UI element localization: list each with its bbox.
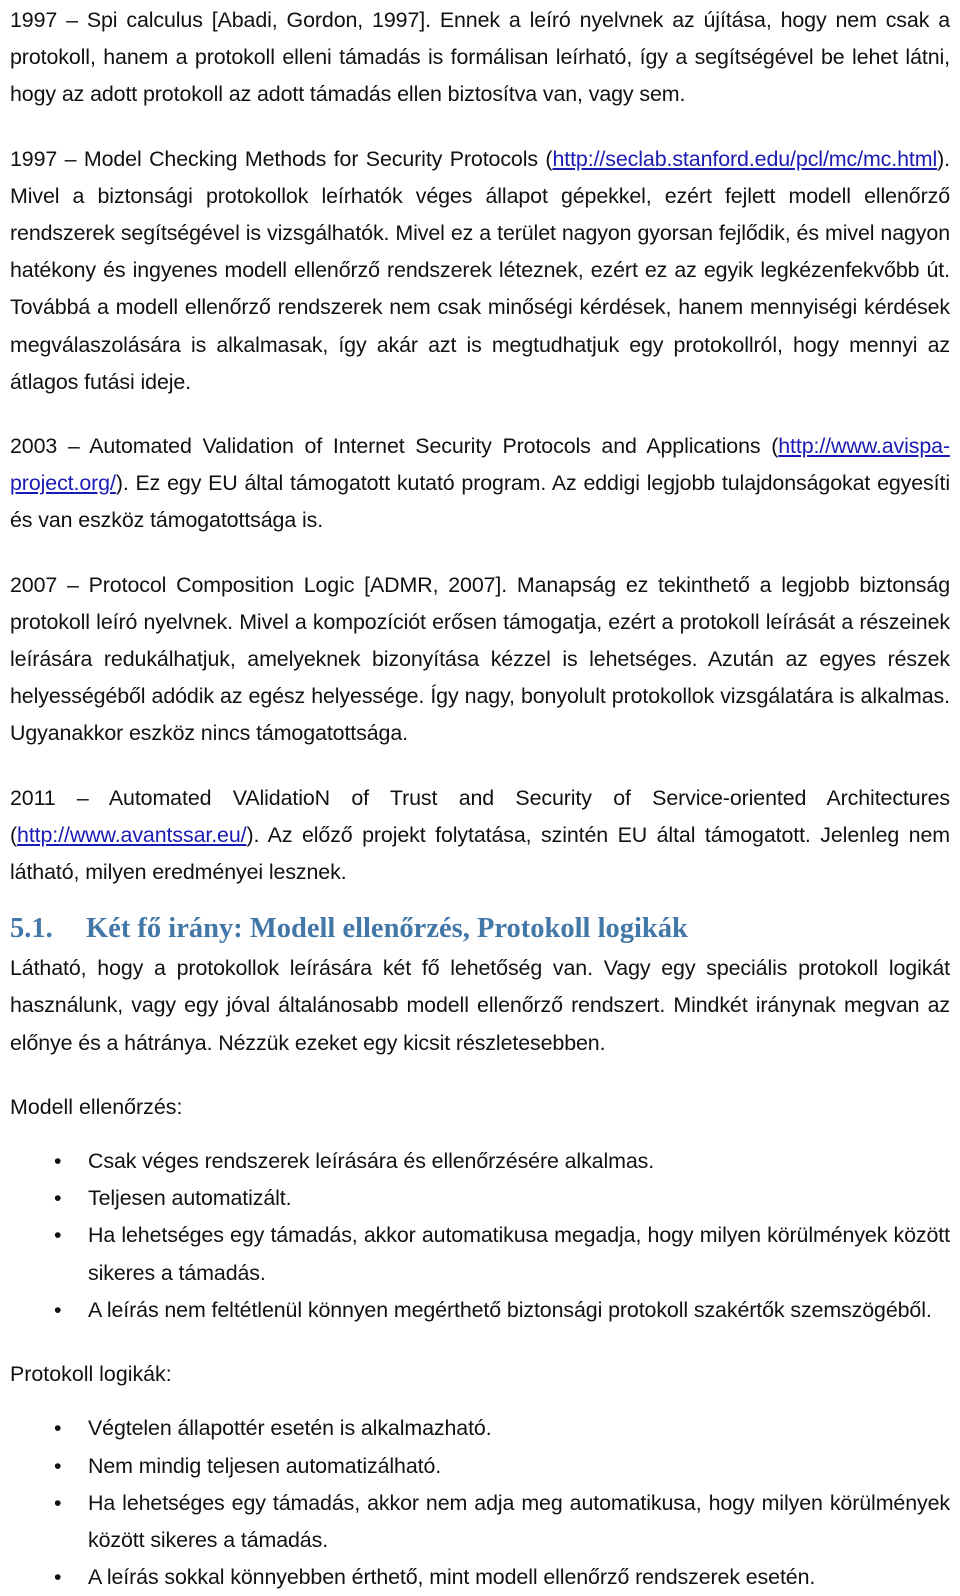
bullet-icon: • — [54, 1490, 62, 1515]
bullet-list-protocol-logics: • Végtelen állapottér esetén is alkalmazh… — [10, 1410, 950, 1596]
paragraph-model-checking: 1997 – Model Checking Methods for Securi… — [10, 141, 950, 401]
bullet-icon: • — [54, 1149, 62, 1174]
bullet-icon: • — [54, 1223, 62, 1248]
section-number: 5.1. — [10, 913, 53, 945]
list-item: • Csak véges rendszerek leírására és elle… — [10, 1143, 950, 1180]
list-item-text: Teljesen automatizált. — [88, 1186, 292, 1211]
hyperlink[interactable]: http://seclab.stanford.edu/pcl/mc/mc.htm… — [552, 147, 937, 171]
list-item-text: Végtelen állapottér esetén is alkalmazha… — [88, 1416, 492, 1441]
section-heading-5-1: 5.1. Két fő irány: Modell ellenőrzés, Pr… — [10, 908, 950, 950]
bullet-list-model-checking: • Csak véges rendszerek leírására és elle… — [10, 1143, 950, 1329]
paragraph-text: 2007 – Protocol Composition Logic [ADMR,… — [10, 572, 950, 746]
list-item: • Ha lehetséges egy támadás, akkor nem ad… — [10, 1485, 950, 1559]
paragraph-text: 1997 – Spi calculus [Abadi, Gordon, 1997… — [10, 8, 950, 107]
list-item: • Végtelen állapottér esetén is alkalmazh… — [10, 1410, 950, 1447]
bullet-icon: • — [54, 1186, 62, 1211]
list-item-text: Ha lehetséges egy támadás, akkor automat… — [88, 1223, 950, 1285]
list-item: • Ha lehetséges egy támadás, akkor automa… — [10, 1217, 950, 1291]
bullet-icon: • — [54, 1297, 62, 1322]
bullet-icon: • — [54, 1565, 62, 1590]
list-item-text: Nem mindig teljesen automatizálható. — [88, 1453, 442, 1478]
document-page: 1997 – Spi calculus [Abadi, Gordon, 1997… — [0, 0, 960, 1589]
list-item-text: Ha lehetséges egy támadás, akkor nem adj… — [88, 1490, 950, 1552]
section-title: Két fő irány: Modell ellenőrzés, Protoko… — [86, 913, 688, 945]
bullet-icon: • — [54, 1453, 62, 1478]
paragraph-text: ). Mivel a biztonsági protokollok leírha… — [10, 146, 950, 394]
list-item: • Teljesen automatizált. — [10, 1180, 950, 1217]
heading-spacer — [10, 891, 950, 908]
bullet-icon: • — [54, 1416, 62, 1441]
list-item-text: A leírás nem feltétlenül könnyen megérth… — [88, 1297, 932, 1322]
list-item: • A leírás sokkal könnyebben érthető, min… — [10, 1559, 950, 1596]
list-item-text: Csak véges rendszerek leírására és ellen… — [88, 1149, 655, 1174]
paragraph-spi-calculus: 1997 – Spi calculus [Abadi, Gordon, 1997… — [10, 0, 950, 114]
paragraph-protocol-composition-logic: 2007 – Protocol Composition Logic [ADMR,… — [10, 567, 950, 753]
list-item: • A leírás nem feltétlenül könnyen megért… — [10, 1292, 950, 1329]
list-item-text: A leírás sokkal könnyebben érthető, mint… — [88, 1565, 816, 1590]
hyperlink[interactable]: http://www.avantssar.eu/ — [17, 823, 247, 847]
list-item: • Nem mindig teljesen automatizálható. — [10, 1448, 950, 1485]
paragraph-avispa: 2003 – Automated Validation of Internet … — [10, 428, 950, 540]
paragraph-text: ). Ez egy EU által támogatott kutató pro… — [10, 471, 950, 533]
paragraph-text: 1997 – Model Checking Methods for Securi… — [10, 146, 553, 171]
paragraph-text: 2003 – Automated Validation of Internet … — [10, 434, 779, 459]
list-label-model-checking: Modell ellenőrzés: — [10, 1094, 183, 1119]
list-label-protocol-logics: Protokoll logikák: — [10, 1362, 172, 1387]
paragraph-section-intro: Látható, hogy a protokollok leírására ké… — [10, 956, 950, 1055]
paragraph-avantssar: 2011 – Automated VAlidatioN of Trust and… — [10, 780, 950, 892]
